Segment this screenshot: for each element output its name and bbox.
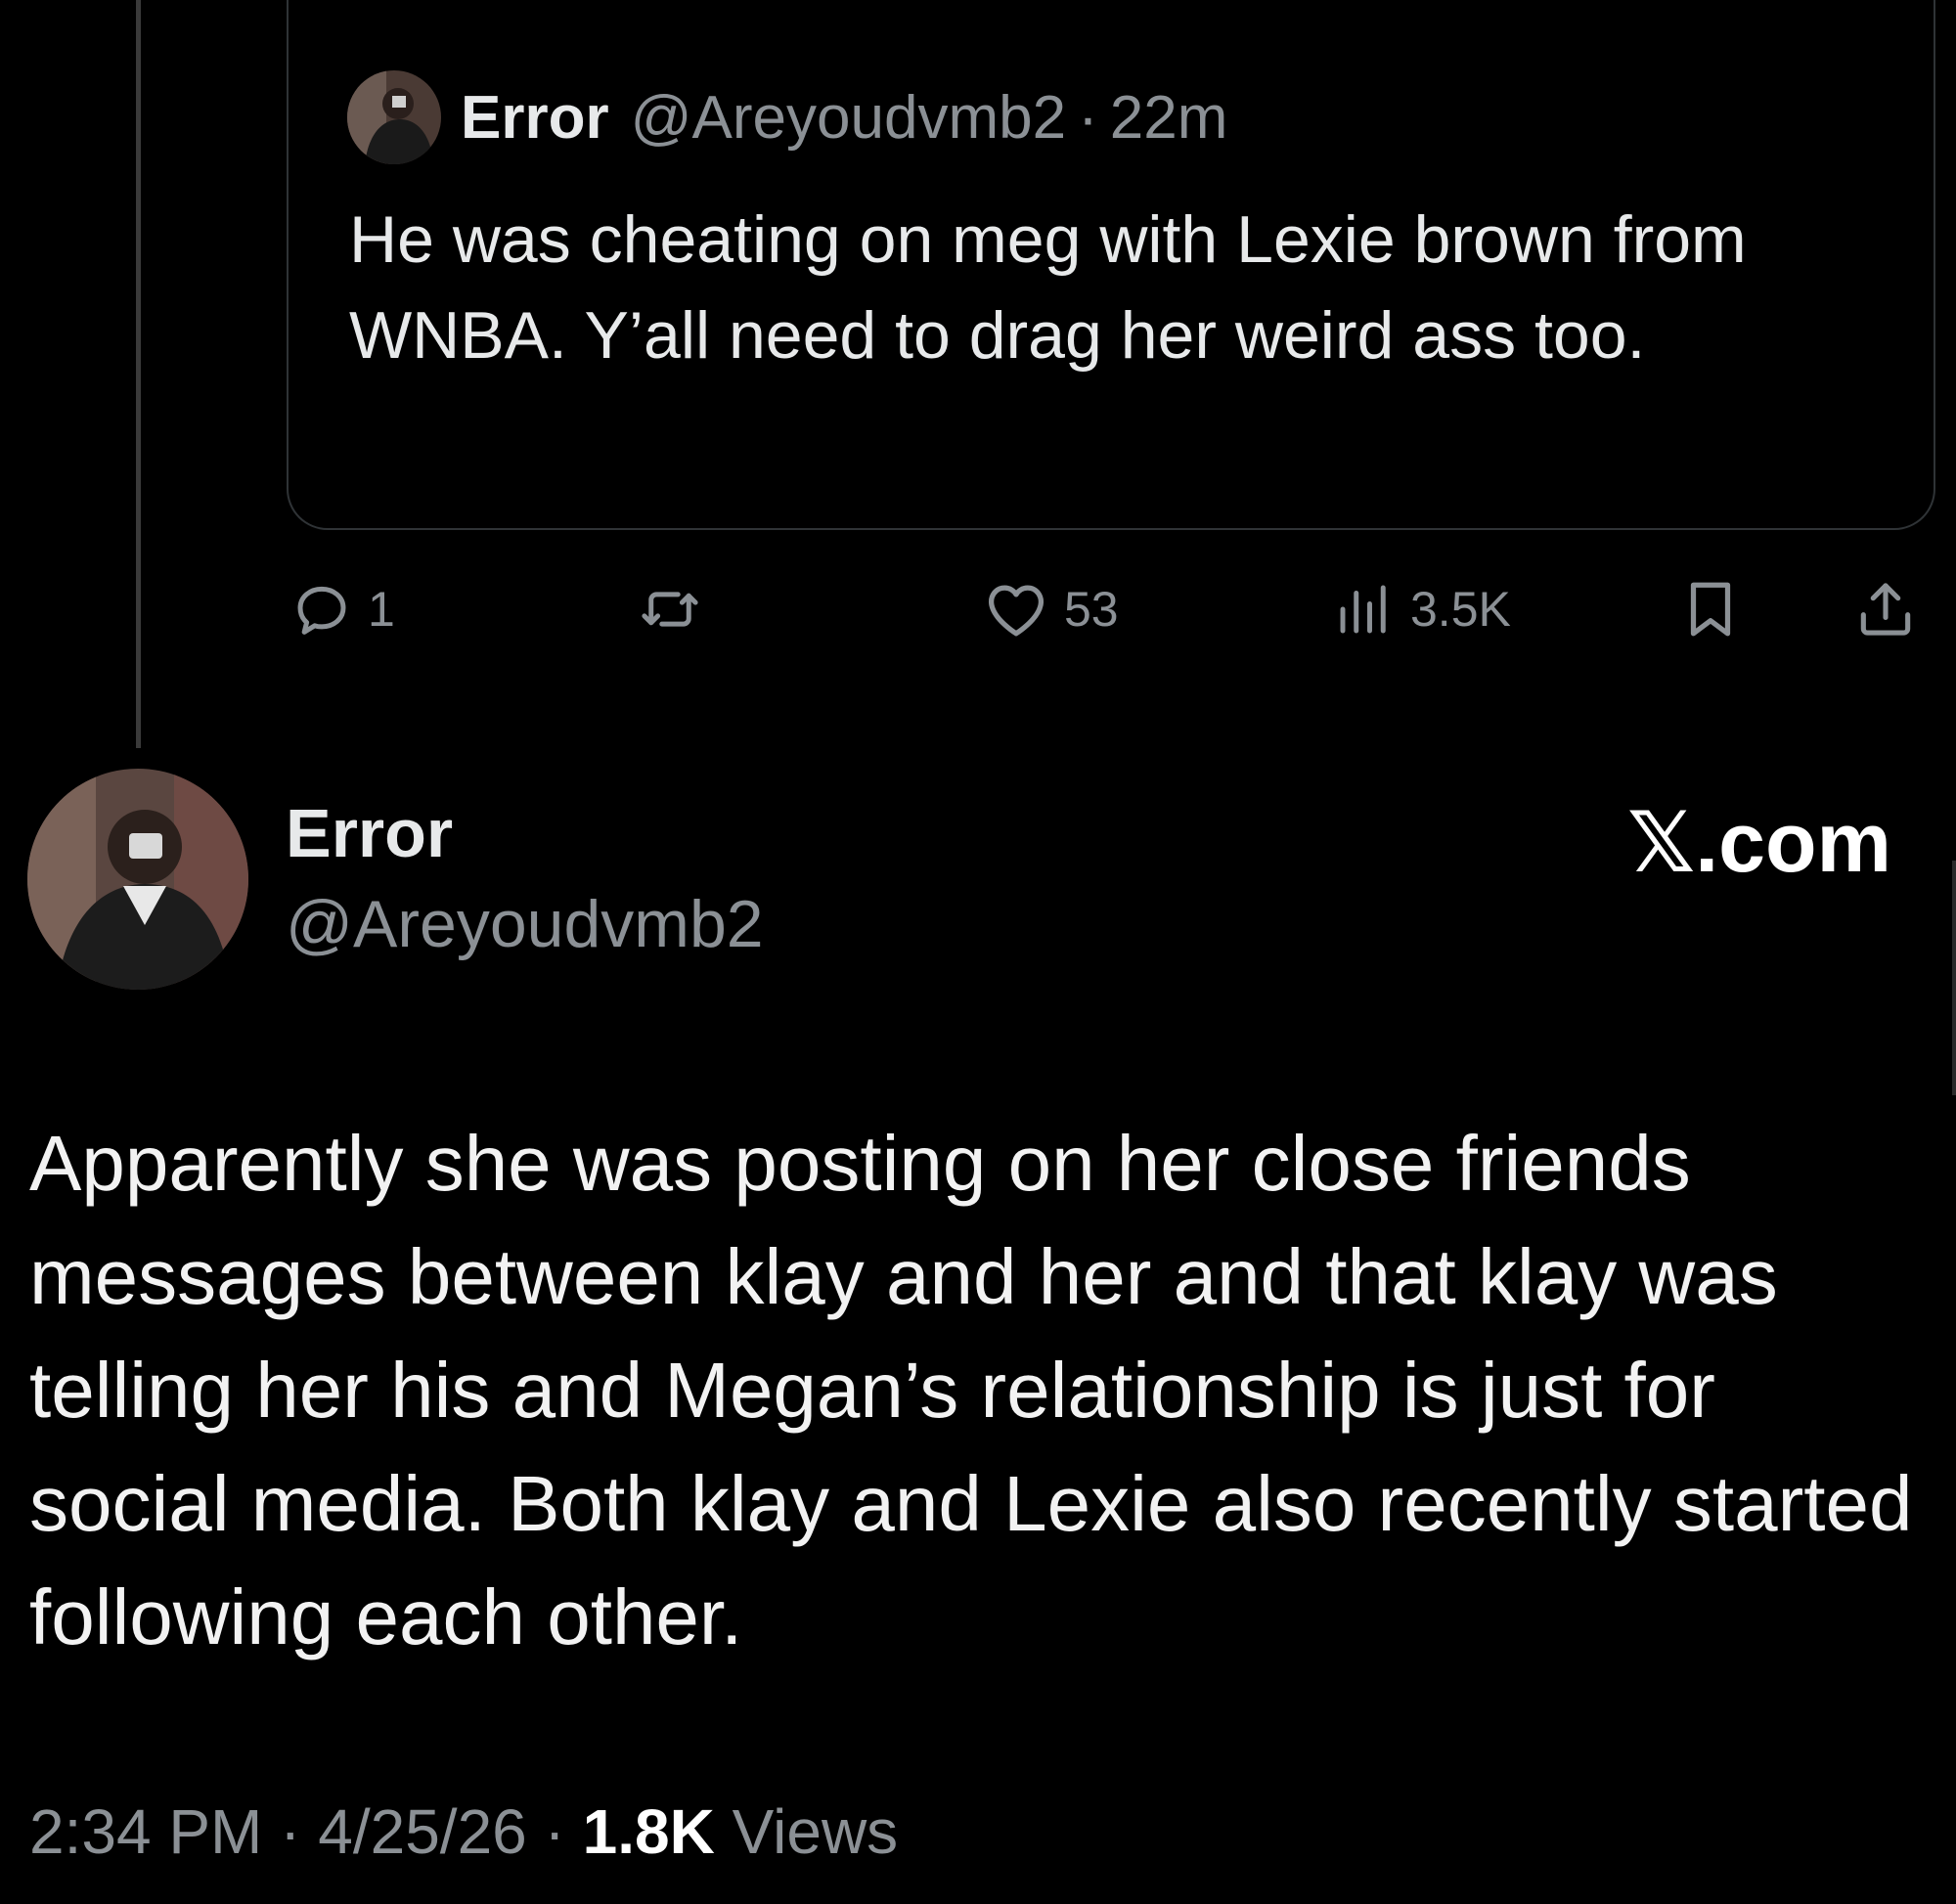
quoted-tweet-text: He was cheating on meg with Lexie brown … [349, 202, 1747, 373]
separator-dot: · [1078, 83, 1098, 152]
share-button[interactable] [1852, 575, 1919, 643]
reply-count: 1 [368, 582, 395, 637]
quoted-timestamp[interactable]: 22m [1110, 83, 1228, 153]
like-button[interactable]: 53 [982, 575, 1119, 643]
views-count: 1.8K [582, 1796, 715, 1867]
like-count: 53 [1064, 582, 1119, 637]
scrollbar[interactable] [1952, 861, 1956, 1095]
quoted-author-name[interactable]: Error [461, 83, 609, 153]
reply-icon [297, 586, 346, 635]
retweet-icon [642, 592, 698, 627]
bookmark-icon [1690, 582, 1731, 637]
tweet-date[interactable]: 4/25/26 [318, 1796, 527, 1867]
retweet-button[interactable] [638, 575, 702, 643]
share-icon [1860, 583, 1911, 636]
thread-connector-line [136, 0, 141, 748]
views-icon [1340, 585, 1386, 634]
views-label: Views [732, 1796, 899, 1867]
avatar[interactable] [347, 70, 441, 164]
separator-dot: · [544, 1796, 565, 1867]
heart-icon [989, 585, 1044, 637]
author-name[interactable]: Error [286, 794, 453, 872]
quoted-author-handle[interactable]: @Areyoudvmb2 [631, 83, 1066, 153]
bookmark-button[interactable] [1676, 575, 1745, 643]
avatar[interactable] [27, 769, 248, 990]
views-count: 3.5K [1410, 582, 1511, 637]
author-handle[interactable]: @Areyoudvmb2 [286, 886, 764, 962]
tweet-metadata: 2:34 PM · 4/25/26 · 1.8K Views [29, 1795, 898, 1868]
views-button[interactable]: 3.5K [1332, 575, 1511, 643]
quoted-tweet-header: Error @Areyoudvmb2 · 22m [347, 68, 1227, 166]
brand-logo: 𝕏.com [1626, 796, 1891, 890]
separator-dot: · [280, 1796, 301, 1867]
tweet-text: Apparently she was posting on her close … [29, 1120, 1913, 1660]
tweet-time[interactable]: 2:34 PM [29, 1796, 262, 1867]
reply-button[interactable]: 1 [289, 575, 395, 643]
